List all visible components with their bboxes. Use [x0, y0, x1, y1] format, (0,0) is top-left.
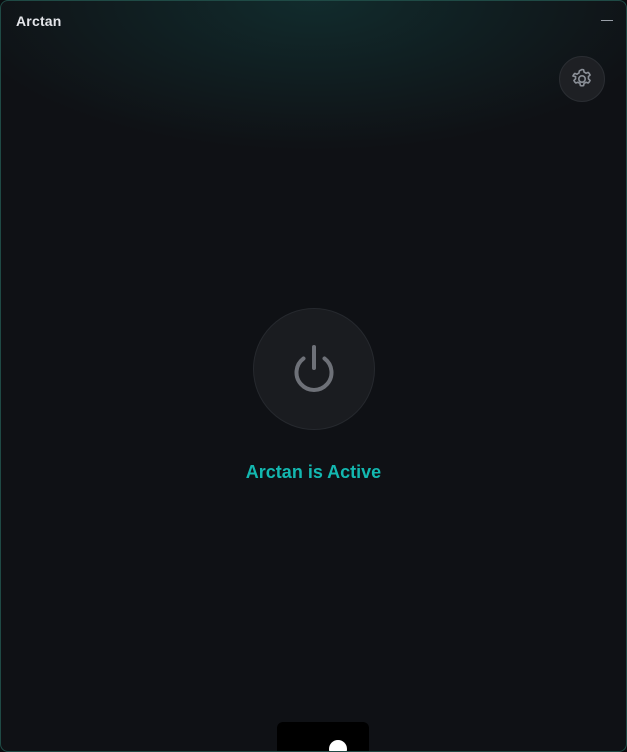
power-icon [294, 345, 334, 392]
app-title: Arctan [16, 13, 62, 29]
power-button[interactable] [253, 308, 375, 430]
minimize-icon [601, 20, 613, 21]
settings-button[interactable] [559, 56, 605, 102]
toggle-knob[interactable] [329, 740, 347, 751]
gear-icon [572, 68, 591, 87]
status-text: Arctan is Active [245, 462, 382, 482]
app-window: Arctan Arctan is Active [0, 0, 627, 752]
floating-toggle-widget[interactable] [277, 722, 369, 751]
minimize-button[interactable] [596, 9, 618, 31]
title-bar[interactable]: Arctan [1, 1, 626, 43]
